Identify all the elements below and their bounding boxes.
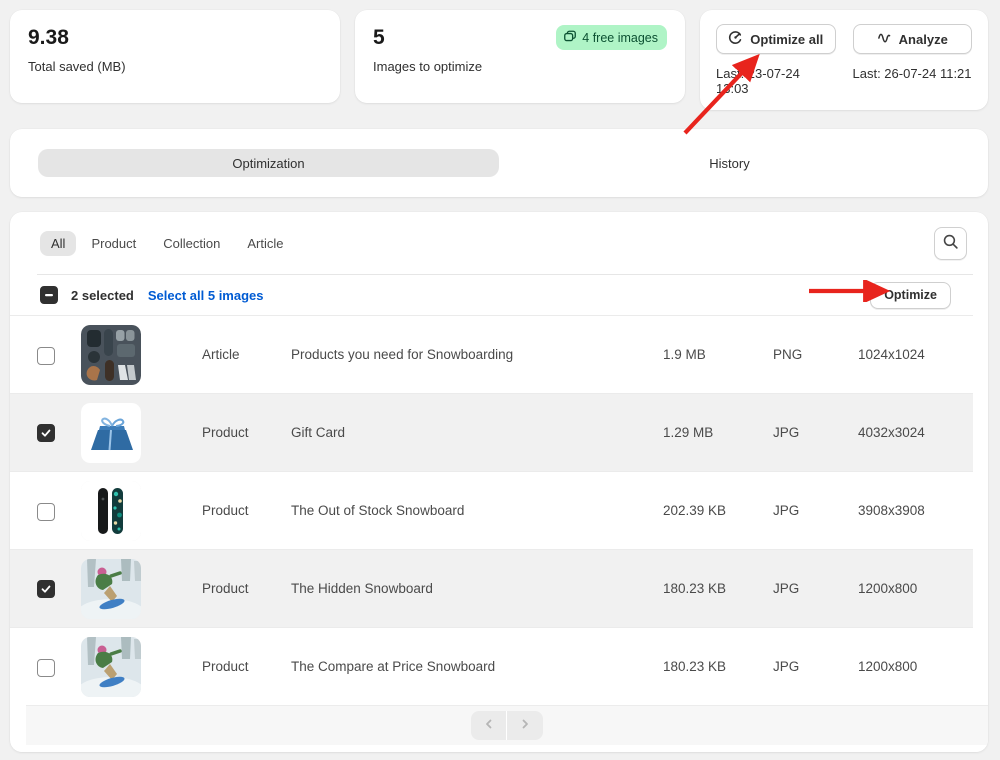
total-saved-card: 9.38 Total saved (MB) bbox=[10, 10, 340, 103]
pagination bbox=[471, 711, 543, 740]
free-images-badge: 4 free images bbox=[556, 25, 667, 50]
table-row[interactable]: Product Gift Card 1.29 MB JPG 4032x3024 bbox=[10, 393, 973, 471]
row-name: Gift Card bbox=[291, 425, 663, 440]
row-size: 180.23 KB bbox=[663, 581, 773, 596]
row-dimensions: 3908x3908 bbox=[858, 503, 963, 518]
checkmark-icon bbox=[40, 427, 52, 439]
table-row[interactable]: Product The Hidden Snowboard 180.23 KB J… bbox=[10, 549, 973, 627]
stats-row: 9.38 Total saved (MB) 5 4 free images Im… bbox=[10, 10, 988, 110]
optimize-selected-button[interactable]: Optimize bbox=[870, 282, 951, 309]
row-size: 1.9 MB bbox=[663, 347, 773, 362]
row-format: JPG bbox=[773, 425, 858, 440]
images-table-card: All Product Collection Article 2 selecte… bbox=[10, 212, 988, 752]
selection-header: 2 selected Select all 5 images Optimize bbox=[10, 275, 973, 315]
row-dimensions: 4032x3024 bbox=[858, 425, 963, 440]
total-saved-label: Total saved (MB) bbox=[28, 59, 322, 74]
table-footer bbox=[26, 705, 988, 745]
row-format: JPG bbox=[773, 581, 858, 596]
row-dimensions: 1200x800 bbox=[858, 659, 963, 674]
row-dimensions: 1024x1024 bbox=[858, 347, 963, 362]
optimize-all-last-run: Last: 23-07-24 13:03 bbox=[716, 66, 836, 96]
row-format: JPG bbox=[773, 503, 858, 518]
row-type: Article bbox=[202, 347, 291, 362]
total-saved-value: 9.38 bbox=[28, 25, 322, 51]
images-to-optimize-value: 5 bbox=[373, 25, 385, 51]
pagination-next-button[interactable] bbox=[507, 711, 543, 740]
row-type: Product bbox=[202, 503, 291, 518]
table-row[interactable]: Product The Compare at Price Snowboard 1… bbox=[10, 627, 973, 705]
optimize-all-button[interactable]: Optimize all bbox=[716, 24, 836, 54]
select-all-checkbox[interactable] bbox=[40, 286, 58, 304]
row-dimensions: 1200x800 bbox=[858, 581, 963, 596]
row-type: Product bbox=[202, 581, 291, 596]
chevron-left-icon bbox=[483, 718, 495, 733]
row-checkbox[interactable] bbox=[37, 659, 55, 677]
thumbnail-gift-card bbox=[81, 403, 141, 463]
checkmark-icon bbox=[40, 583, 52, 595]
row-size: 202.39 KB bbox=[663, 503, 773, 518]
row-checkbox[interactable] bbox=[37, 580, 55, 598]
analyze-button[interactable]: Analyze bbox=[853, 24, 973, 54]
main-tabs: Optimization History bbox=[10, 129, 988, 197]
row-name: The Out of Stock Snowboard bbox=[291, 503, 663, 518]
selected-count: 2 selected bbox=[71, 288, 134, 303]
row-checkbox[interactable] bbox=[37, 424, 55, 442]
actions-card: Optimize all Last: 23-07-24 13:03 Analyz… bbox=[700, 10, 988, 110]
chevron-right-icon bbox=[519, 718, 531, 733]
row-format: PNG bbox=[773, 347, 858, 362]
row-checkbox[interactable] bbox=[37, 347, 55, 365]
tab-optimization[interactable]: Optimization bbox=[38, 149, 499, 177]
row-format: JPG bbox=[773, 659, 858, 674]
row-name: Products you need for Snowboarding bbox=[291, 347, 663, 362]
indeterminate-minus-icon bbox=[44, 290, 54, 300]
row-type: Product bbox=[202, 659, 291, 674]
analyze-last-run: Last: 26-07-24 11:21 bbox=[853, 66, 973, 81]
thumbnail-snowboarder bbox=[81, 559, 141, 619]
images-to-optimize-label: Images to optimize bbox=[373, 59, 667, 74]
row-type: Product bbox=[202, 425, 291, 440]
filter-tabs-row: All Product Collection Article bbox=[10, 212, 988, 274]
filter-tab-article[interactable]: Article bbox=[235, 231, 295, 256]
free-images-badge-label: 4 free images bbox=[582, 31, 658, 45]
pagination-prev-button[interactable] bbox=[471, 711, 507, 740]
thumbnail-snowboards bbox=[81, 481, 141, 541]
table-row[interactable]: Article Products you need for Snowboardi… bbox=[10, 315, 973, 393]
filter-tab-product[interactable]: Product bbox=[79, 231, 148, 256]
row-size: 180.23 KB bbox=[663, 659, 773, 674]
row-name: The Compare at Price Snowboard bbox=[291, 659, 663, 674]
images-to-optimize-card: 5 4 free images Images to optimize bbox=[355, 10, 685, 103]
images-stack-icon bbox=[563, 29, 577, 46]
waveform-icon bbox=[877, 30, 892, 48]
select-all-link[interactable]: Select all 5 images bbox=[148, 288, 264, 303]
filter-tab-all[interactable]: All bbox=[40, 231, 76, 256]
filter-tab-collection[interactable]: Collection bbox=[151, 231, 232, 256]
analyze-label: Analyze bbox=[899, 32, 948, 47]
table-row[interactable]: Product The Out of Stock Snowboard 202.3… bbox=[10, 471, 973, 549]
row-size: 1.29 MB bbox=[663, 425, 773, 440]
search-button[interactable] bbox=[934, 227, 967, 260]
thumbnail-snowboarder bbox=[81, 637, 141, 697]
gauge-icon bbox=[728, 30, 743, 48]
tab-history[interactable]: History bbox=[499, 149, 960, 177]
optimize-all-label: Optimize all bbox=[750, 32, 823, 47]
thumbnail-gear-collage bbox=[81, 325, 141, 385]
row-name: The Hidden Snowboard bbox=[291, 581, 663, 596]
search-icon bbox=[942, 233, 959, 253]
row-checkbox[interactable] bbox=[37, 503, 55, 521]
image-rows: Article Products you need for Snowboardi… bbox=[10, 315, 988, 705]
